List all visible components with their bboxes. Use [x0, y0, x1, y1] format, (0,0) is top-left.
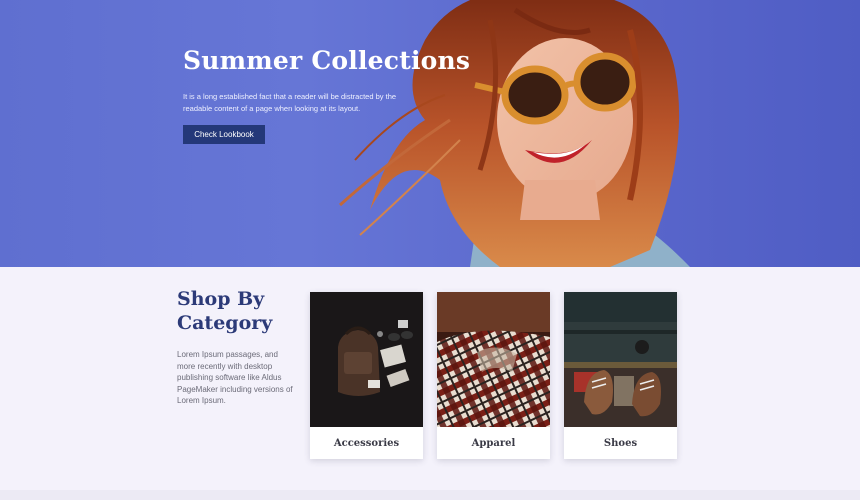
accessories-image: [310, 292, 423, 427]
check-lookbook-button[interactable]: Check Lookbook: [183, 125, 265, 144]
category-card-shoes[interactable]: Shoes: [564, 292, 677, 459]
apparel-image: [437, 292, 550, 427]
hero-model-image: [338, 0, 690, 267]
category-label: Apparel: [471, 437, 516, 449]
category-label: Accessories: [333, 437, 400, 449]
footer-divider: [0, 490, 860, 500]
shoes-image: [564, 292, 677, 427]
hero-banner: Summer Collections It is a long establis…: [0, 0, 860, 267]
category-card-apparel[interactable]: Apparel: [437, 292, 550, 459]
hero-description: It is a long established fact that a rea…: [183, 92, 397, 113]
hero-title: Summer Collections: [183, 46, 471, 75]
section-description: Lorem Ipsum passages, and more recently …: [177, 350, 293, 405]
category-label: Shoes: [603, 437, 638, 449]
section-heading: Shop By Category: [177, 288, 273, 334]
category-card-accessories[interactable]: Accessories: [310, 292, 423, 459]
